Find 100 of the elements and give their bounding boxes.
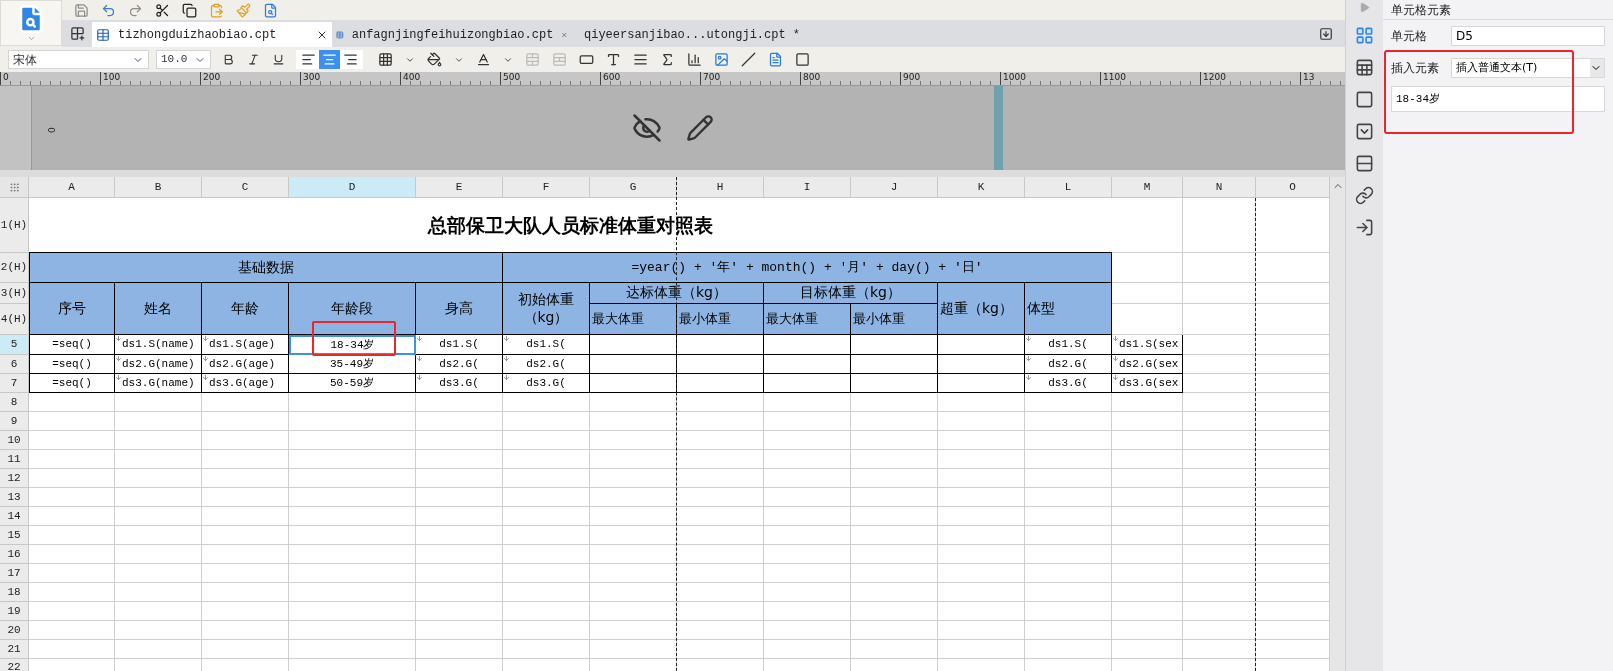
table-cell[interactable]: ds1.S(name) [115, 335, 202, 355]
link-icon[interactable] [1355, 186, 1374, 205]
font-size-select[interactable]: 10.0 [156, 50, 211, 69]
column-header[interactable]: N [1183, 177, 1256, 198]
table-cell[interactable] [764, 374, 851, 393]
undo-icon[interactable] [101, 2, 116, 18]
table-icon[interactable] [96, 27, 110, 42]
underline-icon[interactable] [272, 53, 285, 66]
column-header[interactable]: J [851, 177, 938, 198]
row-header[interactable]: 6 [0, 355, 29, 374]
table-cell[interactable] [938, 374, 1025, 393]
row-header[interactable]: 9 [0, 412, 29, 431]
document-icon[interactable] [768, 52, 783, 67]
cell-field[interactable]: D5 [1451, 26, 1605, 46]
image-icon[interactable] [714, 52, 729, 67]
chart-icon[interactable] [687, 52, 702, 67]
table-cell[interactable]: ds1.S( [503, 335, 590, 355]
table-cell[interactable]: 18-34岁 [289, 335, 416, 355]
table-cell[interactable]: ds3.G( [1025, 374, 1112, 393]
table-cell[interactable]: ds2.G(sex [1112, 355, 1183, 374]
table-cell[interactable] [851, 335, 938, 355]
table-cell[interactable]: ds1.S( [1025, 335, 1112, 355]
paragraph-icon[interactable] [633, 52, 648, 67]
table-cell[interactable] [677, 335, 764, 355]
insert-select[interactable]: 插入普通文本(T) [1451, 58, 1605, 78]
redo-icon[interactable] [128, 2, 143, 18]
column-header[interactable]: F [503, 177, 590, 198]
grid-icon[interactable] [1355, 26, 1374, 45]
row-header[interactable]: 10 [0, 431, 29, 450]
row-header[interactable]: 8 [0, 393, 29, 412]
row-header[interactable]: 2(H) [0, 253, 29, 283]
table-cell[interactable] [764, 355, 851, 374]
table-cell[interactable]: ds2.G(name) [115, 355, 202, 374]
table-cell[interactable]: ds2.G( [416, 355, 503, 374]
row-header[interactable]: 5 [0, 335, 29, 355]
column-header[interactable]: E [416, 177, 503, 198]
column-header[interactable]: H [677, 177, 764, 198]
new-sheet-icon[interactable] [69, 26, 85, 41]
row-header[interactable]: 12 [0, 469, 29, 488]
tab-menu-icon[interactable] [1319, 26, 1333, 41]
table-cell[interactable] [851, 355, 938, 374]
app-logo-button[interactable] [0, 0, 62, 46]
column-header[interactable]: L [1025, 177, 1112, 198]
table-cell[interactable]: ds2.G(age) [202, 355, 289, 374]
row-header[interactable]: 17 [0, 564, 29, 583]
table-cell[interactable] [764, 335, 851, 355]
column-header[interactable]: G [590, 177, 677, 198]
table-cell[interactable]: ds3.G(sex [1112, 374, 1183, 393]
save-icon[interactable] [74, 2, 89, 18]
column-header[interactable]: O [1256, 177, 1330, 198]
row-header[interactable]: 11 [0, 450, 29, 469]
row-header[interactable]: 14 [0, 507, 29, 526]
text-icon[interactable] [606, 52, 621, 67]
edit-icon[interactable] [685, 114, 714, 142]
column-header[interactable]: D [289, 177, 416, 198]
table-cell[interactable] [851, 374, 938, 393]
square-icon[interactable] [1355, 90, 1374, 109]
slash-icon[interactable] [741, 52, 756, 67]
column-header[interactable]: C [202, 177, 289, 198]
table-cell[interactable]: ds3.G( [416, 374, 503, 393]
stacked-rows-icon[interactable] [1355, 154, 1374, 173]
row-header[interactable]: 18 [0, 583, 29, 602]
cut-icon[interactable] [155, 2, 170, 18]
grip-icon[interactable] [8, 181, 20, 193]
find-icon[interactable] [263, 2, 278, 18]
row-header[interactable]: 21 [0, 640, 29, 659]
fill-color-icon[interactable] [427, 52, 442, 67]
italic-icon[interactable] [247, 53, 260, 66]
column-header[interactable]: A [29, 177, 115, 198]
row-header[interactable]: 20 [0, 621, 29, 640]
font-select[interactable]: 宋体 [8, 50, 149, 69]
table-cell[interactable]: =seq() [29, 355, 115, 374]
row-header[interactable]: 19 [0, 602, 29, 621]
font-color-icon[interactable] [476, 52, 491, 67]
import-icon[interactable] [1355, 218, 1374, 237]
row-header[interactable]: 1(H) [0, 198, 29, 253]
row-header[interactable]: 16 [0, 545, 29, 564]
table-info-icon[interactable] [1355, 58, 1374, 77]
row-header[interactable]: 15 [0, 526, 29, 545]
table-cell[interactable]: ds3.G( [503, 374, 590, 393]
row-header[interactable]: 4(H) [0, 304, 29, 335]
table-cell[interactable] [938, 335, 1025, 355]
column-header[interactable]: I [764, 177, 851, 198]
copy-icon[interactable] [182, 2, 197, 18]
frame-icon[interactable] [795, 52, 810, 67]
table-cell[interactable]: ds1.S( [416, 335, 503, 355]
row-header[interactable]: 7 [0, 374, 29, 393]
table-cell[interactable]: ds3.G(age) [202, 374, 289, 393]
table-cell[interactable]: ds2.G( [1025, 355, 1112, 374]
paste-icon[interactable] [209, 2, 224, 18]
border-icon[interactable] [378, 52, 393, 67]
text-box-icon[interactable] [579, 52, 594, 67]
bold-icon[interactable] [222, 53, 235, 66]
table-cell[interactable] [590, 374, 677, 393]
column-header[interactable]: M [1112, 177, 1183, 198]
table-cell[interactable] [590, 335, 677, 355]
row-header[interactable]: 22 [0, 659, 29, 671]
row-header[interactable]: 3(H) [0, 283, 29, 304]
row-header[interactable]: 13 [0, 488, 29, 507]
hidden-eye-icon[interactable] [631, 113, 662, 143]
